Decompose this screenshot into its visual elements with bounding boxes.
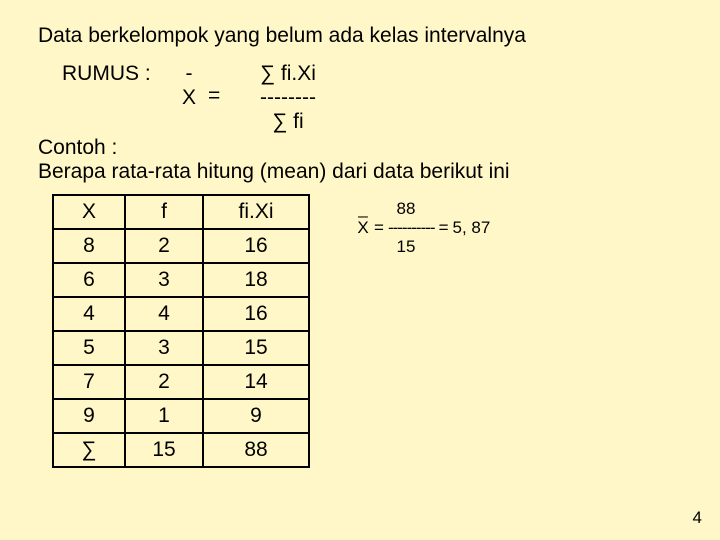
sum-f: 15 xyxy=(125,433,203,467)
table-row: 4416 xyxy=(53,297,309,331)
calculation-block: _ 88 X = ---------- = 5, 87 15 xyxy=(356,200,490,256)
fraction-line: -------- xyxy=(242,86,334,110)
calc-xbar-bar: _ xyxy=(356,200,370,219)
table-row: 7214 xyxy=(53,365,309,399)
table-row: 8216 xyxy=(53,229,309,263)
table-row: 919 xyxy=(53,399,309,433)
data-table: X f fi.Xi 8216 6318 4416 5315 7214 919 ∑… xyxy=(52,194,310,468)
calc-eq2: = xyxy=(435,219,453,238)
equals-sign: = xyxy=(208,62,242,134)
slide-title: Data berkelompok yang belum ada kelas in… xyxy=(38,24,720,48)
xbar-x: X xyxy=(170,86,208,110)
table-sum-row: ∑ 15 88 xyxy=(53,433,309,467)
calc-denominator: 15 xyxy=(370,238,442,257)
calc-numerator: 88 xyxy=(370,200,442,219)
header-f: f xyxy=(125,195,203,229)
fraction-numerator: ∑ fi.Xi xyxy=(242,62,334,86)
fraction-denominator: ∑ fi xyxy=(242,110,334,134)
table-row: 5315 xyxy=(53,331,309,365)
calc-result: 5, 87 xyxy=(453,219,491,238)
formula-block: RUMUS : - X = ∑ fi.Xi -------- ∑ fi xyxy=(62,62,720,134)
rumus-label: RUMUS : xyxy=(62,62,170,134)
calc-eq: = xyxy=(370,219,388,238)
calc-fraction-line: ---------- xyxy=(388,219,435,238)
header-x: X xyxy=(53,195,125,229)
sum-label: ∑ xyxy=(53,433,125,467)
sum-fixi: 88 xyxy=(203,433,309,467)
table-row: 6318 xyxy=(53,263,309,297)
contoh-text: Berapa rata-rata hitung (mean) dari data… xyxy=(38,160,720,184)
table-header-row: X f fi.Xi xyxy=(53,195,309,229)
xbar-minus: - xyxy=(170,62,208,86)
page-number: 4 xyxy=(693,508,702,528)
contoh-label: Contoh : xyxy=(38,136,720,160)
header-fixi: fi.Xi xyxy=(203,195,309,229)
calc-xbar-x: X xyxy=(356,219,370,238)
